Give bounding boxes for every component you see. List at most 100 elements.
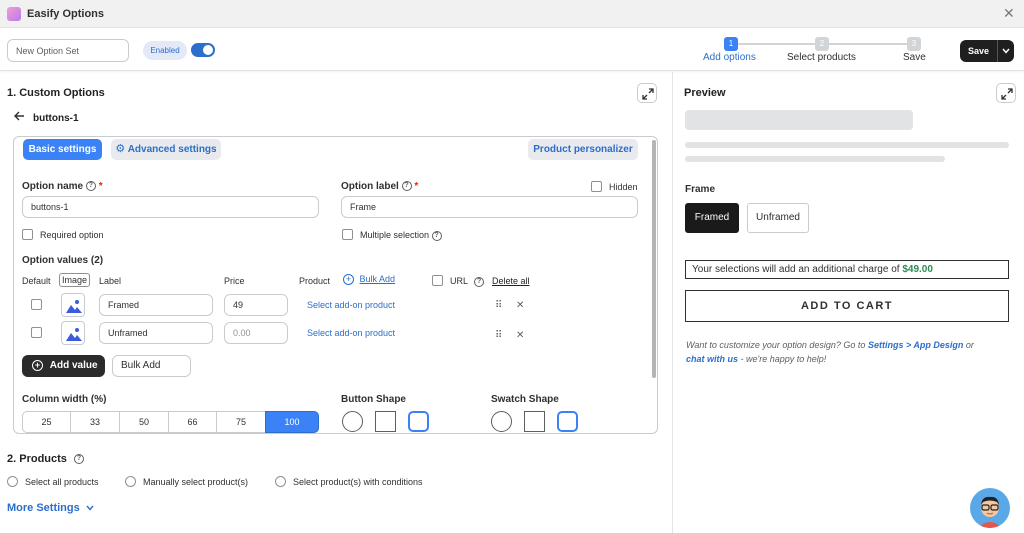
tab-basic-settings[interactable]: Basic settings <box>23 139 102 160</box>
chevron-down-icon <box>1002 48 1010 54</box>
drag-handle-icon[interactable]: ⠿ <box>495 300 502 311</box>
column-width-75[interactable]: 75 <box>216 411 266 433</box>
tab-advanced-settings[interactable]: ⚙ Advanced settings <box>111 139 221 160</box>
close-icon[interactable]: ✕ <box>1003 5 1015 22</box>
app-logo-icon <box>7 7 21 21</box>
swatch-shape-circle[interactable] <box>491 411 512 432</box>
chevron-down-icon <box>86 505 94 511</box>
custom-options-heading: 1. Custom Options <box>7 87 105 99</box>
support-chat-avatar[interactable] <box>970 488 1010 528</box>
radio-conditional-products[interactable] <box>275 476 286 487</box>
image-icon <box>66 300 82 313</box>
products-heading-text: 2. Products <box>7 453 67 465</box>
skeleton-title <box>685 110 913 130</box>
option-title: buttons-1 <box>33 113 79 124</box>
remove-value-icon[interactable]: ✕ <box>516 300 524 311</box>
expand-preview-button[interactable] <box>996 83 1016 103</box>
option-set-name-input[interactable] <box>7 39 129 62</box>
url-checkbox[interactable] <box>432 275 443 286</box>
bulk-add-link[interactable]: + Bulk Add <box>343 274 396 286</box>
col-image: Image <box>59 273 91 287</box>
radio-conditional-products-label: Select product(s) with conditions <box>293 477 423 487</box>
radio-all-products[interactable] <box>7 476 18 487</box>
step-1-label[interactable]: Add options <box>703 52 756 63</box>
radio-manual-products[interactable] <box>125 476 136 487</box>
option-name-input[interactable]: buttons-1 <box>22 196 319 218</box>
step-2-label[interactable]: Select products <box>787 52 856 63</box>
skeleton-line <box>685 142 1009 148</box>
swatch-shape-rounded[interactable] <box>557 411 578 432</box>
step-2-indicator[interactable]: 2 <box>815 37 829 51</box>
expand-custom-options-button[interactable] <box>637 83 657 103</box>
value-price-input[interactable]: 0.00 <box>224 322 288 344</box>
column-width-33[interactable]: 33 <box>70 411 120 433</box>
column-width-66[interactable]: 66 <box>168 411 217 433</box>
app-design-link[interactable]: Settings > App Design <box>868 340 963 350</box>
button-shape-rounded[interactable] <box>408 411 429 432</box>
radio-all-products-label: Select all products <box>25 477 99 487</box>
tab-product-personalizer[interactable]: Product personalizer <box>528 139 638 160</box>
hidden-checkbox[interactable] <box>591 181 602 192</box>
charge-text: Your selections will add an additional c… <box>692 264 900 275</box>
help-icon[interactable]: ? <box>73 454 84 465</box>
col-url: URL ? <box>450 276 485 287</box>
add-to-cart-button[interactable]: ADD TO CART <box>685 290 1009 322</box>
column-width-25[interactable]: 25 <box>22 411 71 433</box>
panel-divider <box>672 72 673 533</box>
plus-circle-icon: + <box>343 274 354 286</box>
back-arrow-icon[interactable] <box>14 111 25 124</box>
required-option-label: Required option <box>40 230 104 240</box>
avatar-icon <box>978 496 1002 528</box>
more-settings-toggle[interactable]: More Settings <box>7 502 94 514</box>
preview-option-unframed[interactable]: Unframed <box>747 203 809 233</box>
preview-heading: Preview <box>684 87 726 99</box>
column-width-50[interactable]: 50 <box>119 411 169 433</box>
panel-scrollbar[interactable] <box>652 140 656 378</box>
multiple-selection-checkbox[interactable] <box>342 229 353 240</box>
stepper-line <box>737 43 815 45</box>
step-3-indicator[interactable]: 3 <box>907 37 921 51</box>
col-label: Label <box>99 276 122 286</box>
add-value-text: Add value <box>49 360 98 371</box>
step-1-indicator[interactable]: 1 <box>724 37 738 51</box>
swatch-shape-square[interactable] <box>524 411 545 432</box>
skeleton-line <box>685 156 945 162</box>
value-price-input[interactable]: 49 <box>224 294 288 316</box>
charge-amount: $49.00 <box>902 264 933 275</box>
tab-advanced-label: Advanced settings <box>127 144 217 155</box>
step-3-label[interactable]: Save <box>903 52 926 63</box>
help-icon[interactable]: ? <box>85 181 96 192</box>
delete-all-link[interactable]: Delete all <box>492 276 530 286</box>
option-label-input[interactable]: Frame <box>341 196 638 218</box>
value-label-input[interactable]: Unframed <box>99 322 213 344</box>
bulk-add-text: Bulk Add <box>359 274 396 284</box>
value-label-input[interactable]: Framed <box>99 294 213 316</box>
select-addon-product-link[interactable]: Select add-on product <box>307 300 395 310</box>
bulk-add-button[interactable]: Bulk Add <box>112 355 191 377</box>
required-option-checkbox[interactable] <box>22 229 33 240</box>
value-image-picker[interactable] <box>61 293 85 317</box>
required-asterisk: * <box>98 181 103 192</box>
value-image-picker[interactable] <box>61 321 85 345</box>
enabled-toggle[interactable] <box>191 43 215 57</box>
button-shape-circle[interactable] <box>342 411 363 432</box>
button-shape-square[interactable] <box>375 411 396 432</box>
default-checkbox[interactable] <box>31 299 42 310</box>
col-price: Price <box>224 276 245 286</box>
add-value-button[interactable]: + Add value <box>22 355 105 377</box>
drag-handle-icon[interactable]: ⠿ <box>495 330 502 341</box>
select-addon-product-link[interactable]: Select add-on product <box>307 328 395 338</box>
swatch-shape-label: Swatch Shape <box>491 394 559 405</box>
save-menu-button[interactable] <box>997 40 1014 62</box>
customize-note: Want to customize your option design? Go… <box>686 338 1016 366</box>
default-checkbox[interactable] <box>31 327 42 338</box>
help-icon[interactable]: ? <box>474 276 485 287</box>
help-icon[interactable]: ? <box>431 230 442 241</box>
chat-link[interactable]: chat with us <box>686 354 738 364</box>
column-width-100[interactable]: 100 <box>265 411 319 433</box>
help-icon[interactable]: ? <box>401 181 412 192</box>
option-label-text: Option label <box>341 181 399 192</box>
save-button[interactable]: Save <box>960 40 997 62</box>
preview-option-framed[interactable]: Framed <box>685 203 739 233</box>
remove-value-icon[interactable]: ✕ <box>516 330 524 341</box>
